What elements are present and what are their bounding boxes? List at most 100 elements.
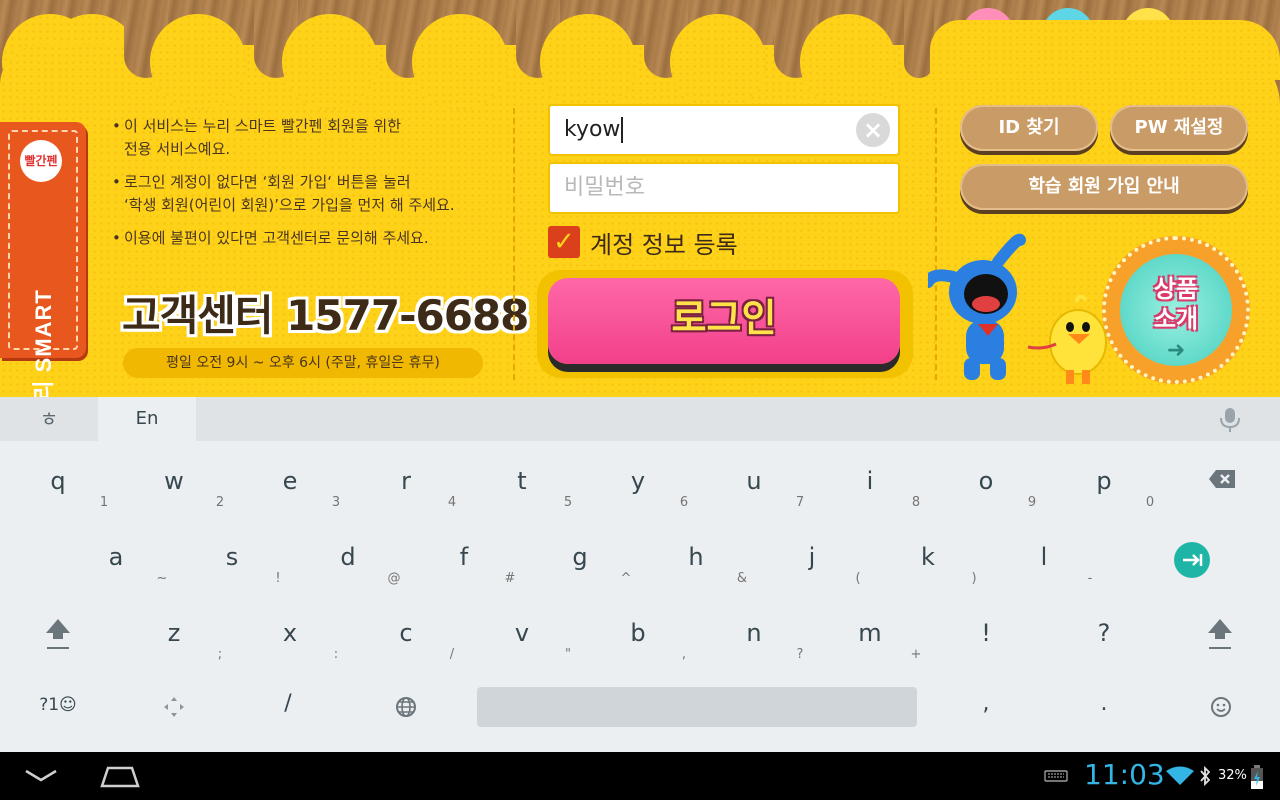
login-button[interactable]: 로그인: [548, 278, 900, 364]
checkmark-icon[interactable]: ✓: [548, 226, 580, 258]
brand-tag-label: 누리 SMART: [31, 289, 56, 397]
key-n[interactable]: n?: [696, 611, 812, 687]
brand-tag: 빨간펜 누리 SMART: [0, 122, 86, 397]
key-a[interactable]: a ~: [58, 535, 174, 611]
key-label: b: [630, 619, 646, 647]
panel-bump: [412, 14, 508, 110]
panel-bump: [670, 14, 766, 110]
product-intro-label-line-2: 소개: [1153, 305, 1199, 333]
key-g[interactable]: g ^: [522, 535, 638, 611]
key-z[interactable]: z;: [116, 611, 232, 687]
key-s[interactable]: s!: [174, 535, 290, 611]
space-bar[interactable]: [477, 687, 917, 727]
key-label: d: [340, 543, 356, 571]
language-tab-hangul[interactable]: ㅎ: [0, 397, 98, 441]
key-period[interactable]: .: [1066, 691, 1142, 716]
key-label: k: [921, 543, 935, 571]
key-label: h: [688, 543, 704, 571]
mascot-characters: [928, 233, 1107, 384]
info-bullet: 이 서비스는 누리 스마트 빨간펜 회원을 위한 전용 서비스예요.: [108, 115, 498, 161]
key-label: ?: [1097, 619, 1111, 647]
wifi-icon: [1166, 766, 1194, 785]
key-j[interactable]: j(: [754, 535, 870, 611]
key-label: c: [399, 619, 413, 647]
product-intro-button[interactable]: 상품 소개 ➜: [1102, 236, 1250, 384]
text-caret: [621, 117, 624, 143]
next-field-button[interactable]: [1174, 542, 1210, 578]
key-question[interactable]: ?: [1046, 611, 1162, 687]
backspace-icon[interactable]: [1208, 469, 1236, 489]
shift-right-icon[interactable]: [1206, 617, 1234, 651]
key-label: a: [108, 543, 124, 571]
password-placeholder: 비밀번호: [564, 175, 645, 200]
key-b[interactable]: b,: [580, 611, 696, 687]
key-comma[interactable]: ,: [948, 691, 1024, 716]
key-o[interactable]: o9: [928, 459, 1044, 535]
panel-bump: [150, 14, 246, 110]
key-k[interactable]: k): [870, 535, 986, 611]
shift-icon[interactable]: [44, 617, 72, 651]
key-l[interactable]: l-: [986, 535, 1102, 611]
key-d[interactable]: d @: [290, 535, 406, 611]
hide-keyboard-icon[interactable]: [24, 768, 58, 784]
arrow-right-icon: ➜: [1166, 338, 1186, 363]
product-intro-badge-inner: 상품 소개 ➜: [1120, 254, 1232, 366]
id-input[interactable]: kyow: [548, 104, 900, 156]
key-slash[interactable]: /: [250, 691, 326, 716]
divider: [513, 108, 515, 380]
key-label: t: [517, 467, 527, 495]
microphone-icon[interactable]: [1212, 405, 1248, 433]
key-f[interactable]: f #: [406, 535, 522, 611]
key-y[interactable]: y6: [580, 459, 696, 535]
key-e[interactable]: e3: [232, 459, 348, 535]
key-label: !: [981, 619, 991, 647]
key-u[interactable]: u7: [696, 459, 812, 535]
customer-center-hotline: 고객센터 1577-6688: [122, 291, 529, 340]
info-bullet: 로그인 계정이 없다면 ‘회원 가입‘ 버튼을 눌러 ‘학생 회원(어린이 회원…: [108, 171, 498, 217]
key-r[interactable]: r4: [348, 459, 464, 535]
key-label: x: [282, 619, 298, 647]
key-label: j: [808, 543, 816, 571]
key-label: n: [746, 619, 762, 647]
find-id-button[interactable]: ID 찾기: [960, 105, 1098, 151]
business-hours: 평일 오전 9시 ~ 오후 6시 (주말, 휴일은 휴무): [123, 348, 483, 378]
bluetooth-icon: [1200, 765, 1211, 787]
globe-icon[interactable]: [394, 695, 418, 719]
home-icon[interactable]: [100, 764, 140, 788]
key-label: g: [572, 543, 588, 571]
brand-heart-logo: 빨간펜: [20, 140, 62, 182]
remember-account-checkbox[interactable]: ✓ 계정 정보 등록: [548, 224, 738, 260]
emoji-icon[interactable]: [1209, 695, 1233, 719]
keyboard-language-bar: ㅎ En: [0, 397, 1280, 441]
signup-guide-button[interactable]: 학습 회원 가입 안내: [960, 164, 1248, 210]
keyboard-indicator-icon: [1044, 770, 1068, 782]
panel-bump: [282, 14, 378, 110]
key-label: s: [225, 543, 239, 571]
app-screen: 빨간펜 누리 SMART 이 서비스는 누리 스마트 빨간펜 회원을 위한 전용…: [0, 0, 1280, 397]
key-t[interactable]: t5: [464, 459, 580, 535]
panel-bump: [540, 14, 636, 110]
move-cursor-icon[interactable]: [162, 695, 186, 719]
key-label: f: [459, 543, 469, 571]
key-h[interactable]: h &: [638, 535, 754, 611]
key-label: e: [282, 467, 298, 495]
key-exclamation[interactable]: !: [928, 611, 1044, 687]
panel-bump: [800, 14, 896, 110]
key-c[interactable]: c /: [348, 611, 464, 687]
close-icon: ×: [862, 116, 884, 144]
product-intro-label-line-1: 상품: [1153, 275, 1199, 303]
key-label: z: [167, 619, 181, 647]
key-x[interactable]: x:: [232, 611, 348, 687]
key-w[interactable]: w2: [116, 459, 232, 535]
reset-password-button[interactable]: PW 재설정: [1110, 105, 1248, 151]
key-v[interactable]: v ": [464, 611, 580, 687]
key-m[interactable]: m +: [812, 611, 928, 687]
key-label: i: [866, 467, 874, 495]
key-i[interactable]: i8: [812, 459, 928, 535]
password-input[interactable]: 비밀번호: [548, 162, 900, 214]
clear-input-button[interactable]: ×: [856, 113, 890, 147]
key-p[interactable]: p0: [1046, 459, 1162, 535]
symbols-key[interactable]: ?1☺: [20, 695, 96, 715]
language-tab-english[interactable]: En: [98, 397, 196, 441]
key-q[interactable]: q1: [0, 459, 116, 535]
